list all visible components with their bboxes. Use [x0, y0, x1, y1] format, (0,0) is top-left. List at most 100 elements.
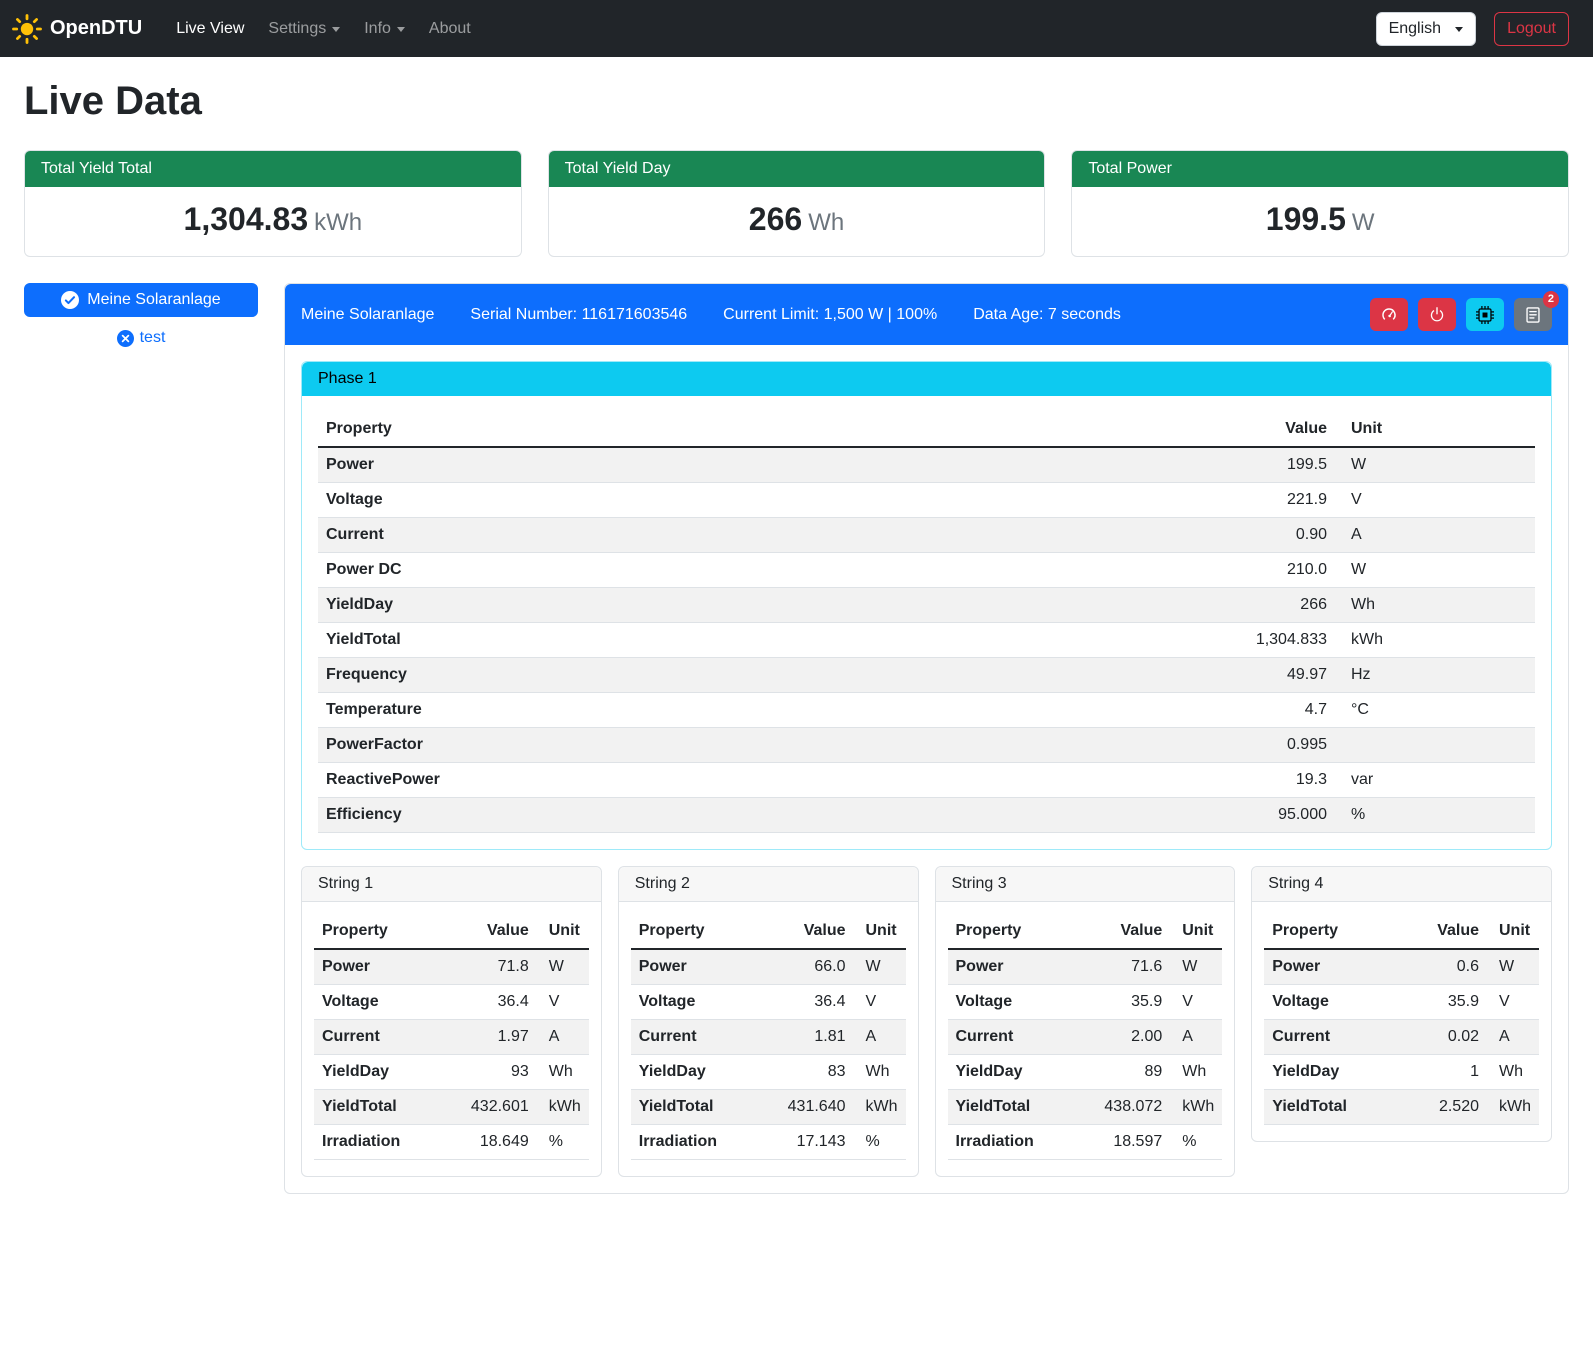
row-unit: W: [1487, 949, 1539, 985]
row-unit: [1335, 728, 1535, 763]
inverter-card-body: Phase 1 Property Value Unit: [285, 345, 1568, 1193]
row-property: Voltage: [948, 985, 1097, 1020]
table-row: Power 71.8 W: [314, 949, 589, 985]
column-value: Value: [780, 914, 854, 949]
table-row: Power 71.6 W: [948, 949, 1223, 985]
row-property: Current: [631, 1020, 780, 1055]
string-table: Property Value Unit Power: [1264, 914, 1539, 1125]
language-select[interactable]: English: [1376, 12, 1476, 46]
chevron-down-icon: [397, 27, 405, 32]
table-row: PowerFactor 0.995: [318, 728, 1535, 763]
column-unit: Unit: [1487, 914, 1539, 949]
row-unit: Hz: [1335, 658, 1535, 693]
table-row: YieldDay 93 Wh: [314, 1055, 589, 1090]
event-count-badge: 2: [1543, 291, 1559, 308]
summary-value: 1,304.83: [184, 201, 309, 237]
gauge-icon: [1380, 306, 1398, 324]
row-value: 36.4: [780, 985, 854, 1020]
row-value: 2.00: [1096, 1020, 1170, 1055]
x-circle-icon: [117, 330, 134, 347]
page-title: Live Data: [24, 79, 1569, 124]
row-property: YieldTotal: [318, 623, 1195, 658]
row-unit: W: [1335, 447, 1535, 483]
phase-card: Phase 1 Property Value Unit: [301, 361, 1552, 850]
table-row: Current 1.81 A: [631, 1020, 906, 1055]
nav-live-view[interactable]: Live View: [166, 12, 254, 46]
table-row: Frequency 49.97 Hz: [318, 658, 1535, 693]
string-title: String 4: [1252, 867, 1551, 902]
row-property: Current: [948, 1020, 1097, 1055]
table-row: Power DC 210.0 W: [318, 553, 1535, 588]
sidebar-item-test[interactable]: test: [117, 329, 166, 347]
row-unit: Wh: [854, 1055, 906, 1090]
event-log-button[interactable]: 2: [1514, 298, 1552, 331]
row-value: 221.9: [1195, 483, 1335, 518]
chevron-down-icon: [332, 27, 340, 32]
nav-info[interactable]: Info: [354, 12, 415, 46]
table-row: Current 1.97 A: [314, 1020, 589, 1055]
row-unit: W: [1170, 949, 1222, 985]
limit-settings-button[interactable]: [1370, 298, 1408, 331]
summary-card-title: Total Power: [1072, 151, 1568, 187]
column-property: Property: [1264, 914, 1417, 949]
column-property: Property: [314, 914, 463, 949]
string-title: String 1: [302, 867, 601, 902]
table-row: Efficiency 95.000 %: [318, 798, 1535, 833]
summary-unit: Wh: [808, 209, 844, 236]
column-property: Property: [631, 914, 780, 949]
inverter-card-header: Meine Solaranlage Serial Number: 1161716…: [285, 284, 1568, 345]
row-value: 66.0: [780, 949, 854, 985]
table-row: Irradiation 18.597 %: [948, 1125, 1223, 1160]
row-value: 49.97: [1195, 658, 1335, 693]
row-unit: kWh: [537, 1090, 589, 1125]
column-value: Value: [463, 914, 537, 949]
row-property: Irradiation: [948, 1125, 1097, 1160]
row-unit: var: [1335, 763, 1535, 798]
row-unit: V: [1170, 985, 1222, 1020]
table-row: Power 66.0 W: [631, 949, 906, 985]
row-property: YieldDay: [948, 1055, 1097, 1090]
device-info-button[interactable]: [1466, 298, 1504, 331]
string-card-3: String 3 Property Value Unit: [935, 866, 1236, 1177]
row-property: Voltage: [314, 985, 463, 1020]
row-property: YieldTotal: [314, 1090, 463, 1125]
summary-card-title: Total Yield Total: [25, 151, 521, 187]
column-property: Property: [948, 914, 1097, 949]
content-row: Meine Solaranlage test Meine Solaranlage…: [24, 283, 1569, 1194]
row-property: Power: [318, 447, 1195, 483]
row-property: Frequency: [318, 658, 1195, 693]
column-unit: Unit: [1335, 412, 1535, 447]
row-value: 1,304.833: [1195, 623, 1335, 658]
row-value: 83: [780, 1055, 854, 1090]
row-property: Power: [631, 949, 780, 985]
sidebar-item-meine-solaranlage[interactable]: Meine Solaranlage: [24, 283, 258, 317]
table-row: Current 0.90 A: [318, 518, 1535, 553]
string-card-4: String 4 Property Value Unit: [1251, 866, 1552, 1142]
summary-card-body: 266Wh: [549, 187, 1045, 256]
row-unit: V: [1487, 985, 1539, 1020]
table-row: Voltage 35.9 V: [948, 985, 1223, 1020]
brand[interactable]: OpenDTU: [12, 14, 142, 44]
column-value: Value: [1417, 914, 1487, 949]
row-property: Efficiency: [318, 798, 1195, 833]
chevron-down-icon: [1455, 27, 1463, 32]
table-row: YieldTotal 1,304.833 kWh: [318, 623, 1535, 658]
row-property: ReactivePower: [318, 763, 1195, 798]
row-property: Power: [948, 949, 1097, 985]
row-unit: A: [854, 1020, 906, 1055]
row-property: Temperature: [318, 693, 1195, 728]
summary-card-body: 1,304.83kWh: [25, 187, 521, 256]
row-property: Power DC: [318, 553, 1195, 588]
row-unit: V: [854, 985, 906, 1020]
nav-settings[interactable]: Settings: [258, 12, 350, 46]
row-value: 35.9: [1417, 985, 1487, 1020]
column-value: Value: [1096, 914, 1170, 949]
row-value: 89: [1096, 1055, 1170, 1090]
logout-button[interactable]: Logout: [1494, 12, 1569, 46]
power-button[interactable]: [1418, 298, 1456, 331]
row-unit: kWh: [854, 1090, 906, 1125]
nav-about[interactable]: About: [419, 12, 481, 46]
table-row: Voltage 36.4 V: [631, 985, 906, 1020]
row-property: Power: [314, 949, 463, 985]
page: Live Data Total Yield Total 1,304.83kWh …: [0, 57, 1593, 1218]
